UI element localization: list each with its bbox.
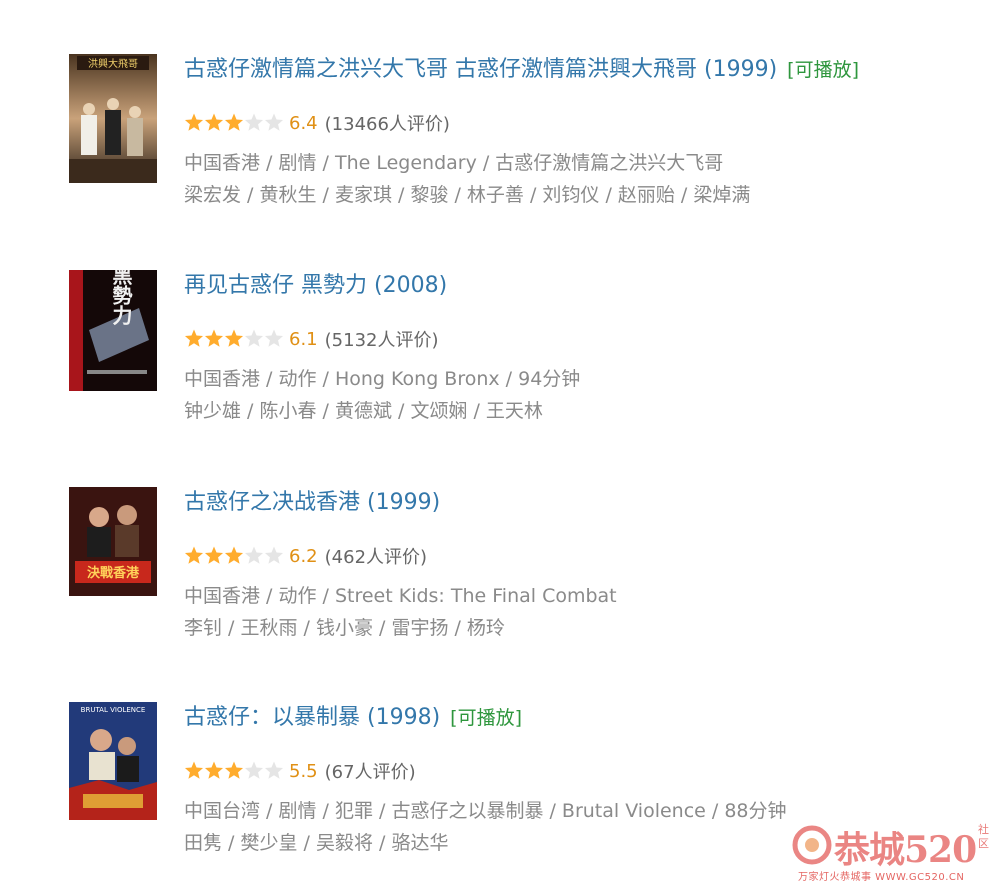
star-filled-icon bbox=[184, 329, 204, 347]
poster-text: 黑勢力 bbox=[109, 270, 133, 326]
movie-meta: 中国台湾 / 剧情 / 犯罪 / 古惑仔之以暴制暴 / Brutal Viole… bbox=[184, 800, 787, 822]
rating-row: 6.4 (13466人评价) bbox=[184, 109, 450, 137]
rating-score: 6.2 bbox=[289, 545, 318, 567]
star-empty-icon bbox=[244, 546, 264, 564]
poster-text: 決戰香港 bbox=[87, 565, 140, 581]
star-empty-icon bbox=[264, 546, 284, 564]
poster-text: 洪興大飛哥 bbox=[88, 57, 138, 70]
star-empty-icon bbox=[264, 329, 284, 347]
star-empty-icon bbox=[264, 761, 284, 779]
movie-meta: 中国香港 / 动作 / Street Kids: The Final Comba… bbox=[184, 585, 617, 607]
movie-title-link[interactable]: 再见古惑仔 黑勢力 (2008) bbox=[184, 273, 447, 298]
movie-poster[interactable]: 決戰香港 bbox=[69, 487, 157, 596]
rating-score: 5.5 bbox=[289, 760, 318, 782]
rating-score: 6.4 bbox=[289, 112, 318, 134]
movie-title-link[interactable]: 古惑仔：以暴制暴 (1998) bbox=[184, 705, 440, 730]
star-empty-icon bbox=[244, 113, 264, 131]
star-filled-icon bbox=[204, 761, 224, 779]
rating-votes[interactable]: (5132人评价) bbox=[325, 326, 439, 352]
movie-cast: 梁宏发 / 黄秋生 / 麦家琪 / 黎骏 / 林子善 / 刘钧仪 / 赵丽贻 /… bbox=[184, 184, 751, 206]
star-filled-icon bbox=[224, 329, 244, 347]
rating-row: 6.1 (5132人评价) bbox=[184, 325, 439, 353]
movie-year[interactable]: (2008) bbox=[374, 273, 447, 298]
movie-poster[interactable]: BRUTAL VIOLENCE bbox=[69, 702, 157, 820]
title-row: 古惑仔激情篇之洪兴大飞哥 古惑仔激情篇洪興大飛哥 (1999) [可播放] bbox=[184, 54, 859, 86]
movie-title[interactable]: 古惑仔之决战香港 bbox=[184, 490, 360, 515]
movie-meta: 中国香港 / 剧情 / The Legendary / 古惑仔激情篇之洪兴大飞哥 bbox=[184, 152, 724, 174]
movie-poster[interactable]: 黑勢力 bbox=[69, 270, 157, 391]
movie-cast: 李钊 / 王秋雨 / 钱小豪 / 雷宇扬 / 杨玲 bbox=[184, 617, 505, 639]
watermark-url: 万家灯火恭城事 WWW.GC520.CN bbox=[798, 872, 965, 883]
star-rating bbox=[184, 761, 284, 781]
watermark-side: 社区 bbox=[978, 823, 989, 850]
rating-votes[interactable]: (67人评价) bbox=[325, 758, 416, 784]
rating-votes[interactable]: (462人评价) bbox=[325, 543, 427, 569]
movie-poster[interactable]: 洪興大飛哥 bbox=[69, 54, 157, 183]
title-row: 古惑仔之决战香港 (1999) bbox=[184, 487, 440, 519]
star-rating bbox=[184, 113, 284, 133]
rating-row: 6.2 (462人评价) bbox=[184, 542, 427, 570]
movie-year[interactable]: (1999) bbox=[704, 57, 777, 82]
star-filled-icon bbox=[184, 546, 204, 564]
movie-title[interactable]: 古惑仔：以暴制暴 bbox=[184, 705, 360, 730]
star-filled-icon bbox=[184, 761, 204, 779]
rating-row: 5.5 (67人评价) bbox=[184, 757, 416, 785]
movie-year[interactable]: (1998) bbox=[367, 705, 440, 730]
movie-year[interactable]: (1999) bbox=[367, 490, 440, 515]
movie-meta: 中国香港 / 动作 / Hong Kong Bronx / 94分钟 bbox=[184, 368, 581, 390]
watermark: 恭城520 社区 万家灯火恭城事 WWW.GC520.CN bbox=[790, 819, 990, 883]
playable-badge[interactable]: [可播放] bbox=[787, 59, 859, 81]
movie-title-link[interactable]: 古惑仔之决战香港 (1999) bbox=[184, 490, 440, 515]
movie-title[interactable]: 再见古惑仔 黑勢力 bbox=[184, 273, 367, 298]
star-rating bbox=[184, 546, 284, 566]
poster-text: BRUTAL VIOLENCE bbox=[81, 706, 146, 714]
star-filled-icon bbox=[224, 761, 244, 779]
movie-cast: 田隽 / 樊少皇 / 吴毅将 / 骆达华 bbox=[184, 832, 449, 854]
rating-score: 6.1 bbox=[289, 328, 318, 350]
star-empty-icon bbox=[244, 329, 264, 347]
playable-badge[interactable]: [可播放] bbox=[450, 707, 522, 729]
movie-cast: 钟少雄 / 陈小春 / 黄德斌 / 文颂娴 / 王天林 bbox=[184, 400, 543, 422]
star-filled-icon bbox=[204, 329, 224, 347]
title-row: 古惑仔：以暴制暴 (1998) [可播放] bbox=[184, 702, 522, 734]
star-filled-icon bbox=[184, 113, 204, 131]
star-filled-icon bbox=[224, 113, 244, 131]
rating-votes[interactable]: (13466人评价) bbox=[325, 110, 450, 136]
star-empty-icon bbox=[244, 761, 264, 779]
star-filled-icon bbox=[204, 546, 224, 564]
movie-title[interactable]: 古惑仔激情篇之洪兴大飞哥 古惑仔激情篇洪興大飛哥 bbox=[184, 57, 697, 82]
star-rating bbox=[184, 329, 284, 349]
watermark-logo-icon bbox=[792, 825, 832, 865]
star-filled-icon bbox=[204, 113, 224, 131]
watermark-brand: 恭城520 bbox=[834, 829, 977, 871]
movie-title-link[interactable]: 古惑仔激情篇之洪兴大飞哥 古惑仔激情篇洪興大飛哥 (1999) bbox=[184, 57, 777, 82]
star-empty-icon bbox=[264, 113, 284, 131]
star-filled-icon bbox=[224, 546, 244, 564]
title-row: 再见古惑仔 黑勢力 (2008) bbox=[184, 270, 447, 302]
